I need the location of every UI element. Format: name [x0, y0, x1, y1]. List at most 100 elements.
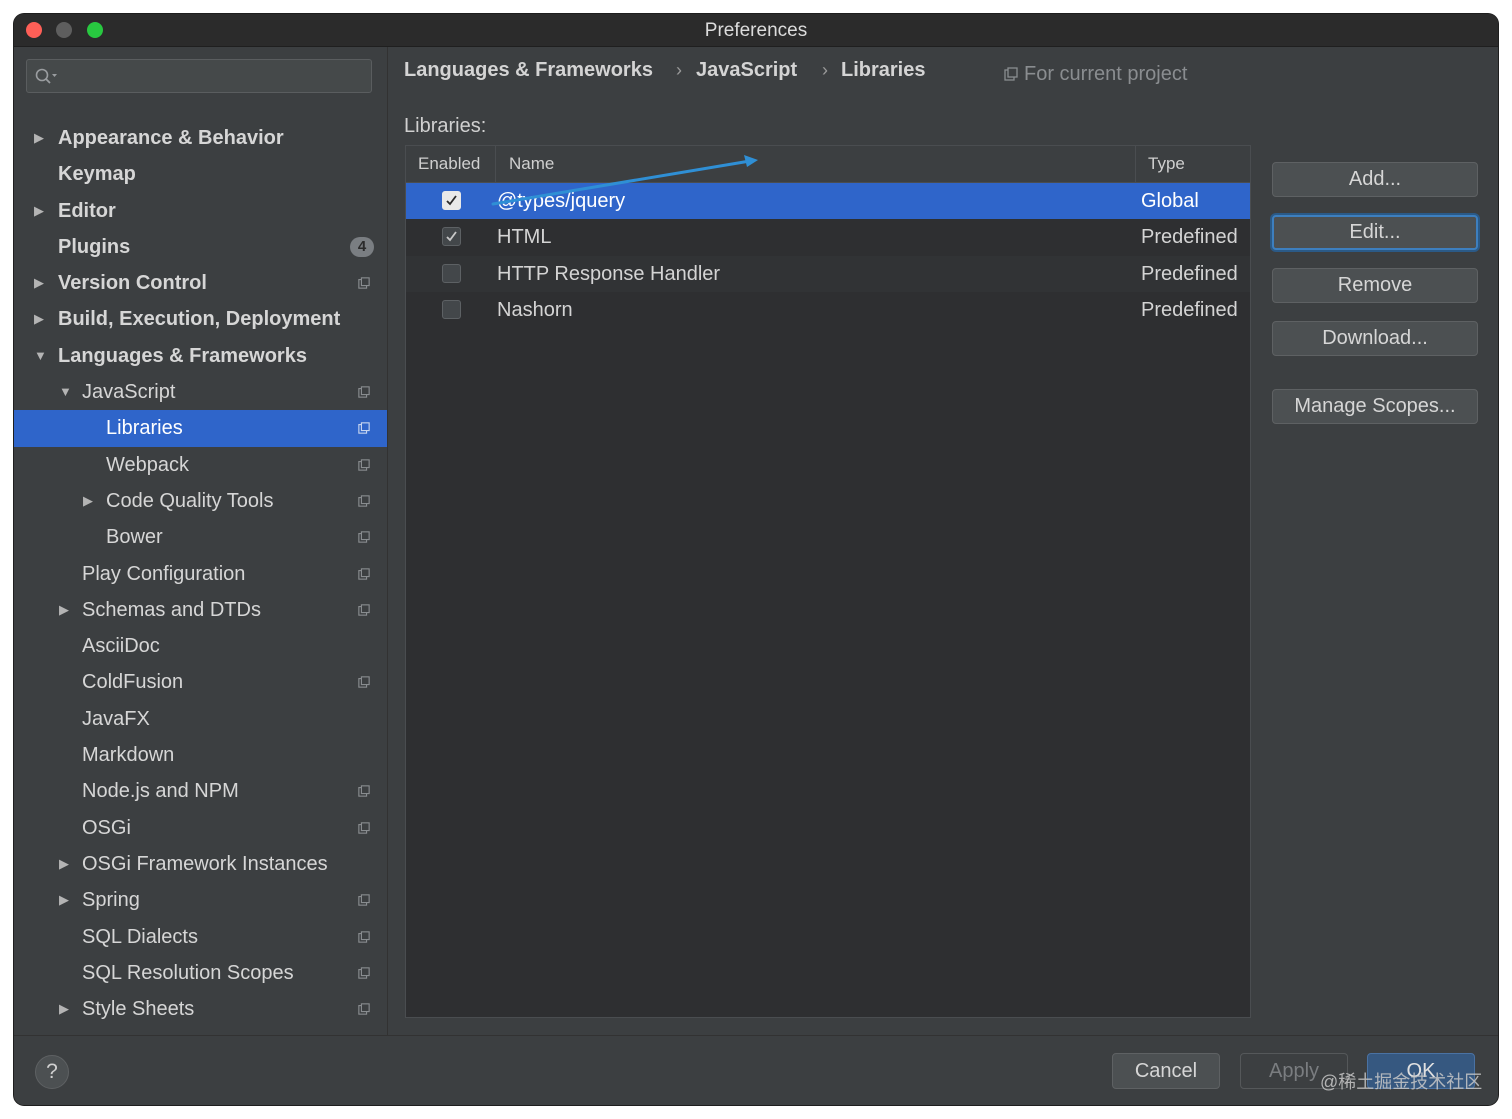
sidebar-item-template-data-languages[interactable]: Template Data Languages — [14, 1027, 387, 1035]
expand-arrow-icon[interactable]: ▶ — [34, 120, 44, 156]
window-title: Preferences — [704, 20, 808, 41]
sidebar-item-bower[interactable]: Bower — [14, 519, 387, 555]
help-button[interactable]: ? — [35, 1055, 69, 1089]
sidebar-item-label: Spring — [82, 889, 140, 912]
project-scope-icon — [358, 604, 370, 616]
sidebar-item-sql-dialects[interactable]: SQL Dialects — [14, 919, 387, 955]
enabled-checkbox[interactable] — [442, 191, 461, 210]
sidebar-item-spring[interactable]: ▶ Spring — [14, 882, 387, 918]
table-row[interactable]: HTTP Response Handler Predefined — [406, 255, 1250, 292]
sidebar-item-label: Style Sheets — [82, 998, 195, 1021]
sidebar-item-label: JavaFX — [82, 707, 150, 730]
project-scope-note: For current project — [1004, 63, 1187, 86]
expand-arrow-icon[interactable]: ▶ — [83, 483, 93, 519]
project-scope-icon — [358, 422, 370, 435]
sidebar-item-label: Libraries — [106, 417, 183, 440]
project-scope-icon — [358, 277, 370, 289]
sidebar-item-coldfusion[interactable]: ColdFusion — [14, 664, 387, 700]
sidebar-item-play-configuration[interactable]: Play Configuration — [14, 556, 387, 592]
edit-library-button[interactable]: Edit... — [1272, 215, 1478, 250]
project-scope-icon — [358, 894, 370, 906]
sidebar-item-label: Build, Execution, Deployment — [58, 308, 341, 331]
sidebar-item-label: ColdFusion — [82, 671, 184, 694]
collapse-arrow-icon[interactable]: ▼ — [59, 374, 72, 410]
project-scope-icon — [358, 676, 370, 689]
column-divider — [1135, 146, 1136, 182]
sidebar-item-label: SQL Resolution Scopes — [82, 961, 294, 984]
enabled-checkbox[interactable] — [442, 227, 461, 247]
breadcrumb-separator: › — [822, 60, 828, 80]
column-type[interactable]: Type — [1148, 146, 1185, 182]
library-type: Predefined — [1141, 262, 1238, 285]
download-library-button[interactable]: Download... — [1272, 321, 1478, 356]
cancel-button[interactable]: Cancel — [1112, 1053, 1220, 1089]
library-name: HTML — [497, 226, 552, 249]
remove-library-button[interactable]: Remove — [1272, 268, 1478, 303]
settings-tree: ▶ Appearance & Behavior Keymap ▶ Editor Plugi… — [14, 120, 387, 1035]
sidebar-item-label: SQL Dialects — [82, 925, 198, 948]
sidebar-item-code-quality-tools[interactable]: ▶ Code Quality Tools — [14, 483, 387, 519]
table-row[interactable]: Nashorn Predefined — [406, 292, 1250, 328]
project-scope-icon — [358, 458, 370, 471]
enabled-checkbox[interactable] — [442, 299, 461, 319]
sidebar-item-keymap[interactable]: Keymap — [14, 156, 387, 192]
sidebar-item-javascript[interactable]: ▼ JavaScript — [14, 374, 387, 410]
sidebar-item-label: AsciiDoc — [82, 635, 160, 658]
add-library-button[interactable]: Add... — [1272, 162, 1478, 197]
expand-arrow-icon[interactable]: ▶ — [59, 991, 69, 1027]
manage-scopes-button[interactable]: Manage Scopes... — [1272, 389, 1478, 424]
breadcrumb-javascript[interactable]: JavaScript — [696, 59, 797, 82]
breadcrumb-languages-frameworks[interactable]: Languages & Frameworks — [404, 59, 653, 82]
library-name: HTTP Response Handler — [497, 262, 721, 285]
sidebar-item-libraries[interactable]: Libraries — [14, 410, 387, 447]
expand-arrow-icon[interactable]: ▶ — [34, 265, 44, 301]
sidebar-item-build-execution-deployment[interactable]: ▶ Build, Execution, Deployment — [14, 301, 387, 337]
sidebar-item-webpack[interactable]: Webpack — [14, 447, 387, 483]
sidebar-item-node-js-and-npm[interactable]: Node.js and NPM — [14, 773, 387, 809]
watermark: @稀土掘金技术社区 — [1320, 1072, 1483, 1092]
expand-arrow-icon[interactable]: ▶ — [59, 882, 69, 918]
project-scope-icon — [358, 821, 370, 834]
sidebar-item-label: Play Configuration — [82, 562, 246, 585]
library-type: Predefined — [1141, 226, 1238, 249]
sidebar-item-javafx[interactable]: JavaFX — [14, 701, 387, 737]
sidebar-item-editor[interactable]: ▶ Editor — [14, 193, 387, 229]
sidebar-item-version-control[interactable]: ▶ Version Control — [14, 265, 387, 301]
expand-arrow-icon[interactable]: ▶ — [59, 846, 69, 882]
table-row[interactable]: HTML Predefined — [406, 219, 1250, 255]
title-bar: Preferences — [14, 14, 1498, 47]
sidebar-item-label: Code Quality Tools — [106, 489, 274, 512]
project-scope-icon — [358, 1003, 370, 1015]
project-scope-icon — [358, 495, 370, 507]
library-type: Predefined — [1141, 298, 1238, 321]
expand-arrow-icon[interactable]: ▶ — [34, 193, 44, 229]
libraries-panel: Languages & Frameworks › JavaScript › Li… — [388, 47, 1498, 1035]
sidebar-item-label: Markdown — [82, 744, 175, 767]
sidebar-item-label: Template Data Languages — [82, 1027, 316, 1035]
sidebar-item-markdown[interactable]: Markdown — [14, 737, 387, 773]
sidebar-item-osgi-framework-instances[interactable]: ▶ OSGi Framework Instances — [14, 846, 387, 882]
library-type: Global — [1141, 190, 1199, 212]
settings-sidebar: ▶ Appearance & Behavior Keymap ▶ Editor Plugi… — [14, 47, 388, 1035]
expand-arrow-icon[interactable]: ▶ — [34, 301, 44, 337]
preferences-window: Preferences ▶ Appearance & Behavior Keymap… — [14, 14, 1498, 1105]
libraries-label: Libraries: — [404, 115, 487, 137]
sidebar-item-languages-frameworks[interactable]: ▼ Languages & Frameworks — [14, 338, 387, 374]
sidebar-item-label: Editor — [58, 199, 116, 222]
sidebar-item-plugins[interactable]: Plugins 4 — [14, 229, 387, 265]
settings-search-input[interactable] — [26, 59, 372, 93]
sidebar-item-label: Plugins — [58, 235, 131, 258]
sidebar-item-osgi[interactable]: OSGi — [14, 810, 387, 846]
expand-arrow-icon[interactable]: ▶ — [59, 592, 69, 628]
project-scope-icon — [1004, 67, 1018, 81]
enabled-checkbox[interactable] — [442, 263, 461, 283]
sidebar-item-style-sheets[interactable]: ▶ Style Sheets — [14, 991, 387, 1027]
sidebar-item-asciidoc[interactable]: AsciiDoc — [14, 628, 387, 664]
sidebar-item-schemas-and-dtds[interactable]: ▶ Schemas and DTDs — [14, 592, 387, 628]
breadcrumb-libraries: Libraries — [841, 59, 926, 81]
collapse-arrow-icon[interactable]: ▼ — [34, 338, 47, 374]
sidebar-item-appearance-behavior[interactable]: ▶ Appearance & Behavior — [14, 120, 387, 156]
sidebar-item-sql-resolution-scopes[interactable]: SQL Resolution Scopes — [14, 955, 387, 991]
sidebar-item-label: Bower — [106, 526, 163, 549]
column-enabled[interactable]: Enabled — [418, 146, 480, 182]
